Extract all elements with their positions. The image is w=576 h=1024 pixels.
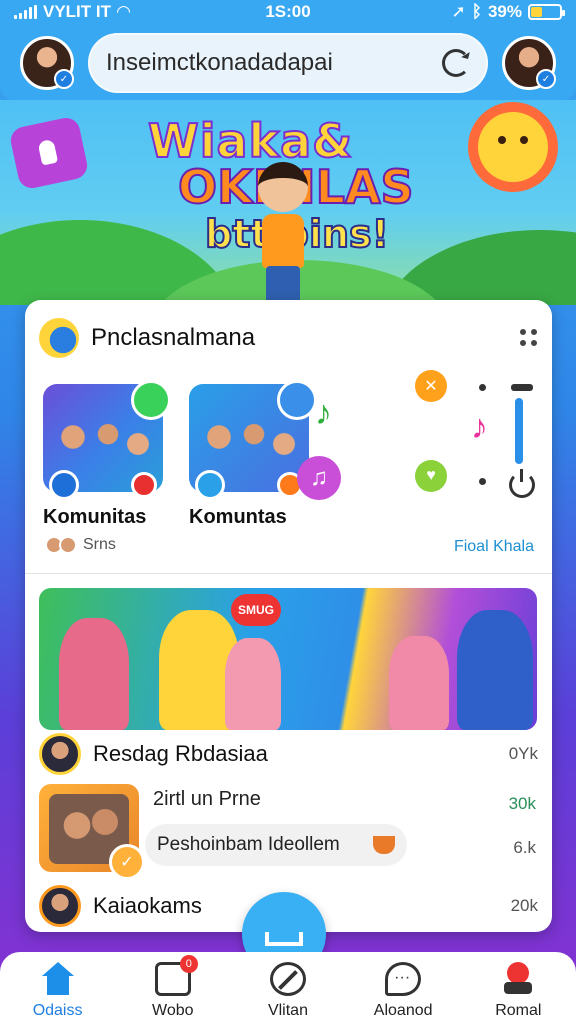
joystick-icon bbox=[500, 962, 536, 996]
verified-badge-icon: ✓ bbox=[536, 69, 556, 89]
top-header: ✓ Inseimctkonadadapai ✓ bbox=[0, 24, 576, 102]
music-badge-icon bbox=[277, 380, 317, 420]
nav-label: Vlitan bbox=[267, 1002, 308, 1019]
lock-icon bbox=[8, 115, 90, 191]
feed-thumbnail[interactable]: ✓ bbox=[39, 784, 145, 880]
community-card[interactable]: Komunitas bbox=[43, 380, 171, 529]
inbox-icon: 0 bbox=[154, 955, 198, 996]
music-note-icon[interactable]: ♫ bbox=[297, 456, 341, 500]
bottom-nav: Odaiss 0 Wobo Vlitan Aloanod Romal bbox=[0, 952, 576, 1024]
feed-count: 30k bbox=[508, 794, 536, 813]
list-item[interactable]: Resdag Rbdasiaa 0Yk bbox=[39, 732, 538, 776]
notification-badge: 0 bbox=[179, 955, 198, 973]
dot-icon bbox=[479, 478, 486, 485]
nav-item-chat[interactable]: Aloanod bbox=[353, 962, 453, 1020]
feed-title: 2irtl un Prne bbox=[153, 788, 261, 810]
battery-percent: 39% bbox=[487, 2, 522, 21]
carrier-label: VYLIT IT bbox=[43, 2, 111, 21]
friend-avatar[interactable]: ✓ bbox=[502, 36, 556, 90]
reaction-icon[interactable]: ✕ bbox=[415, 370, 447, 402]
search-bar[interactable]: Inseimctkonadadapai bbox=[88, 33, 488, 93]
promo-tag: SMUG bbox=[231, 594, 281, 626]
members-row[interactable]: Srns bbox=[45, 536, 116, 554]
status-left: VYLIT IT ◠ bbox=[14, 2, 130, 22]
avatar bbox=[39, 733, 81, 775]
cup-icon bbox=[373, 836, 395, 854]
community-card[interactable]: Komuntas bbox=[189, 380, 317, 529]
battery-icon bbox=[528, 4, 565, 20]
dot-icon bbox=[511, 384, 533, 391]
clock: 1S:00 bbox=[265, 2, 311, 21]
location-icon: ➚ bbox=[451, 2, 466, 21]
list-item-count: 20k bbox=[510, 896, 538, 915]
more-grid-icon[interactable] bbox=[520, 329, 538, 347]
music-note-icon: ♪ bbox=[315, 394, 332, 432]
community-name: Komuntas bbox=[189, 506, 287, 528]
comment-pill[interactable]: Peshoinbam Ideollem bbox=[145, 824, 407, 866]
community-name: Komunitas bbox=[43, 506, 147, 528]
nav-item-home[interactable]: Odaiss bbox=[8, 962, 108, 1020]
nav-label: Wobo bbox=[152, 1002, 194, 1019]
community-thumbnail[interactable] bbox=[43, 380, 171, 500]
status-bar: VYLIT IT ◠ 1S:00 ➚ ᛒ 39% bbox=[0, 0, 576, 24]
nav-label: Romal bbox=[495, 1002, 542, 1019]
main-card: Pnclasnalmana Komunitas Komuntas ♪ ♫ ✕ ♪… bbox=[25, 300, 552, 932]
bluetooth-icon: ᛒ bbox=[471, 2, 482, 21]
app-logo-icon bbox=[39, 318, 79, 358]
verified-badge-icon: ✓ bbox=[54, 69, 74, 89]
nav-label: Odaiss bbox=[32, 1002, 83, 1019]
app-badge-icon bbox=[195, 470, 225, 500]
nav-item-inbox[interactable]: 0 Wobo bbox=[123, 955, 223, 1020]
profile-avatar[interactable]: ✓ bbox=[20, 36, 74, 90]
person-illustration bbox=[225, 638, 281, 730]
hero-banner[interactable]: Wiaka& OKMILAS btt pins! bbox=[0, 100, 576, 305]
wifi-icon: ◠ bbox=[117, 2, 131, 21]
view-all-link[interactable]: Fioal Khala bbox=[454, 538, 534, 556]
community-thumbnail[interactable] bbox=[189, 380, 317, 500]
list-item-count: 0Yk bbox=[508, 744, 538, 763]
nav-item-explore[interactable]: Vlitan bbox=[238, 962, 338, 1020]
nav-label: Aloanod bbox=[373, 1002, 433, 1019]
card-title: Pnclasnalmana bbox=[91, 324, 256, 351]
chat-badge-icon bbox=[131, 380, 171, 420]
member-avatar bbox=[59, 536, 77, 554]
nav-item-games[interactable]: Romal bbox=[468, 962, 568, 1020]
status-right: ➚ ᛒ 39% bbox=[451, 2, 565, 22]
members-label: Srns bbox=[83, 536, 116, 553]
refresh-icon[interactable] bbox=[442, 49, 470, 77]
comment-count: 6.k bbox=[513, 838, 536, 857]
sun-mascot-icon bbox=[478, 112, 548, 182]
heart-badge-icon[interactable]: ✓ bbox=[109, 844, 145, 880]
person-illustration bbox=[59, 618, 129, 730]
heart-icon[interactable]: ♥ bbox=[415, 460, 447, 492]
signal-icon bbox=[14, 5, 37, 19]
card-header: Pnclasnalmana bbox=[39, 316, 538, 360]
comment-text: Peshoinbam Ideollem bbox=[157, 834, 340, 855]
divider bbox=[25, 573, 552, 574]
promo-banner[interactable]: SMUG bbox=[39, 588, 537, 730]
person-illustration bbox=[457, 610, 533, 730]
kid-mascot bbox=[248, 162, 318, 305]
dot-icon bbox=[479, 384, 486, 391]
avatar bbox=[39, 885, 81, 927]
music-note-icon: ♪ bbox=[471, 408, 488, 446]
list-item-label: Resdag Rbdasiaa bbox=[93, 741, 268, 766]
heart-badge-icon bbox=[131, 472, 157, 498]
volume-slider[interactable] bbox=[515, 398, 523, 464]
search-input[interactable]: Inseimctkonadadapai bbox=[106, 49, 432, 77]
app-badge-icon bbox=[49, 470, 79, 500]
compass-icon bbox=[269, 962, 306, 996]
home-icon bbox=[40, 962, 76, 996]
person-illustration bbox=[389, 636, 449, 730]
power-icon[interactable] bbox=[509, 469, 535, 498]
chat-icon bbox=[385, 962, 422, 996]
